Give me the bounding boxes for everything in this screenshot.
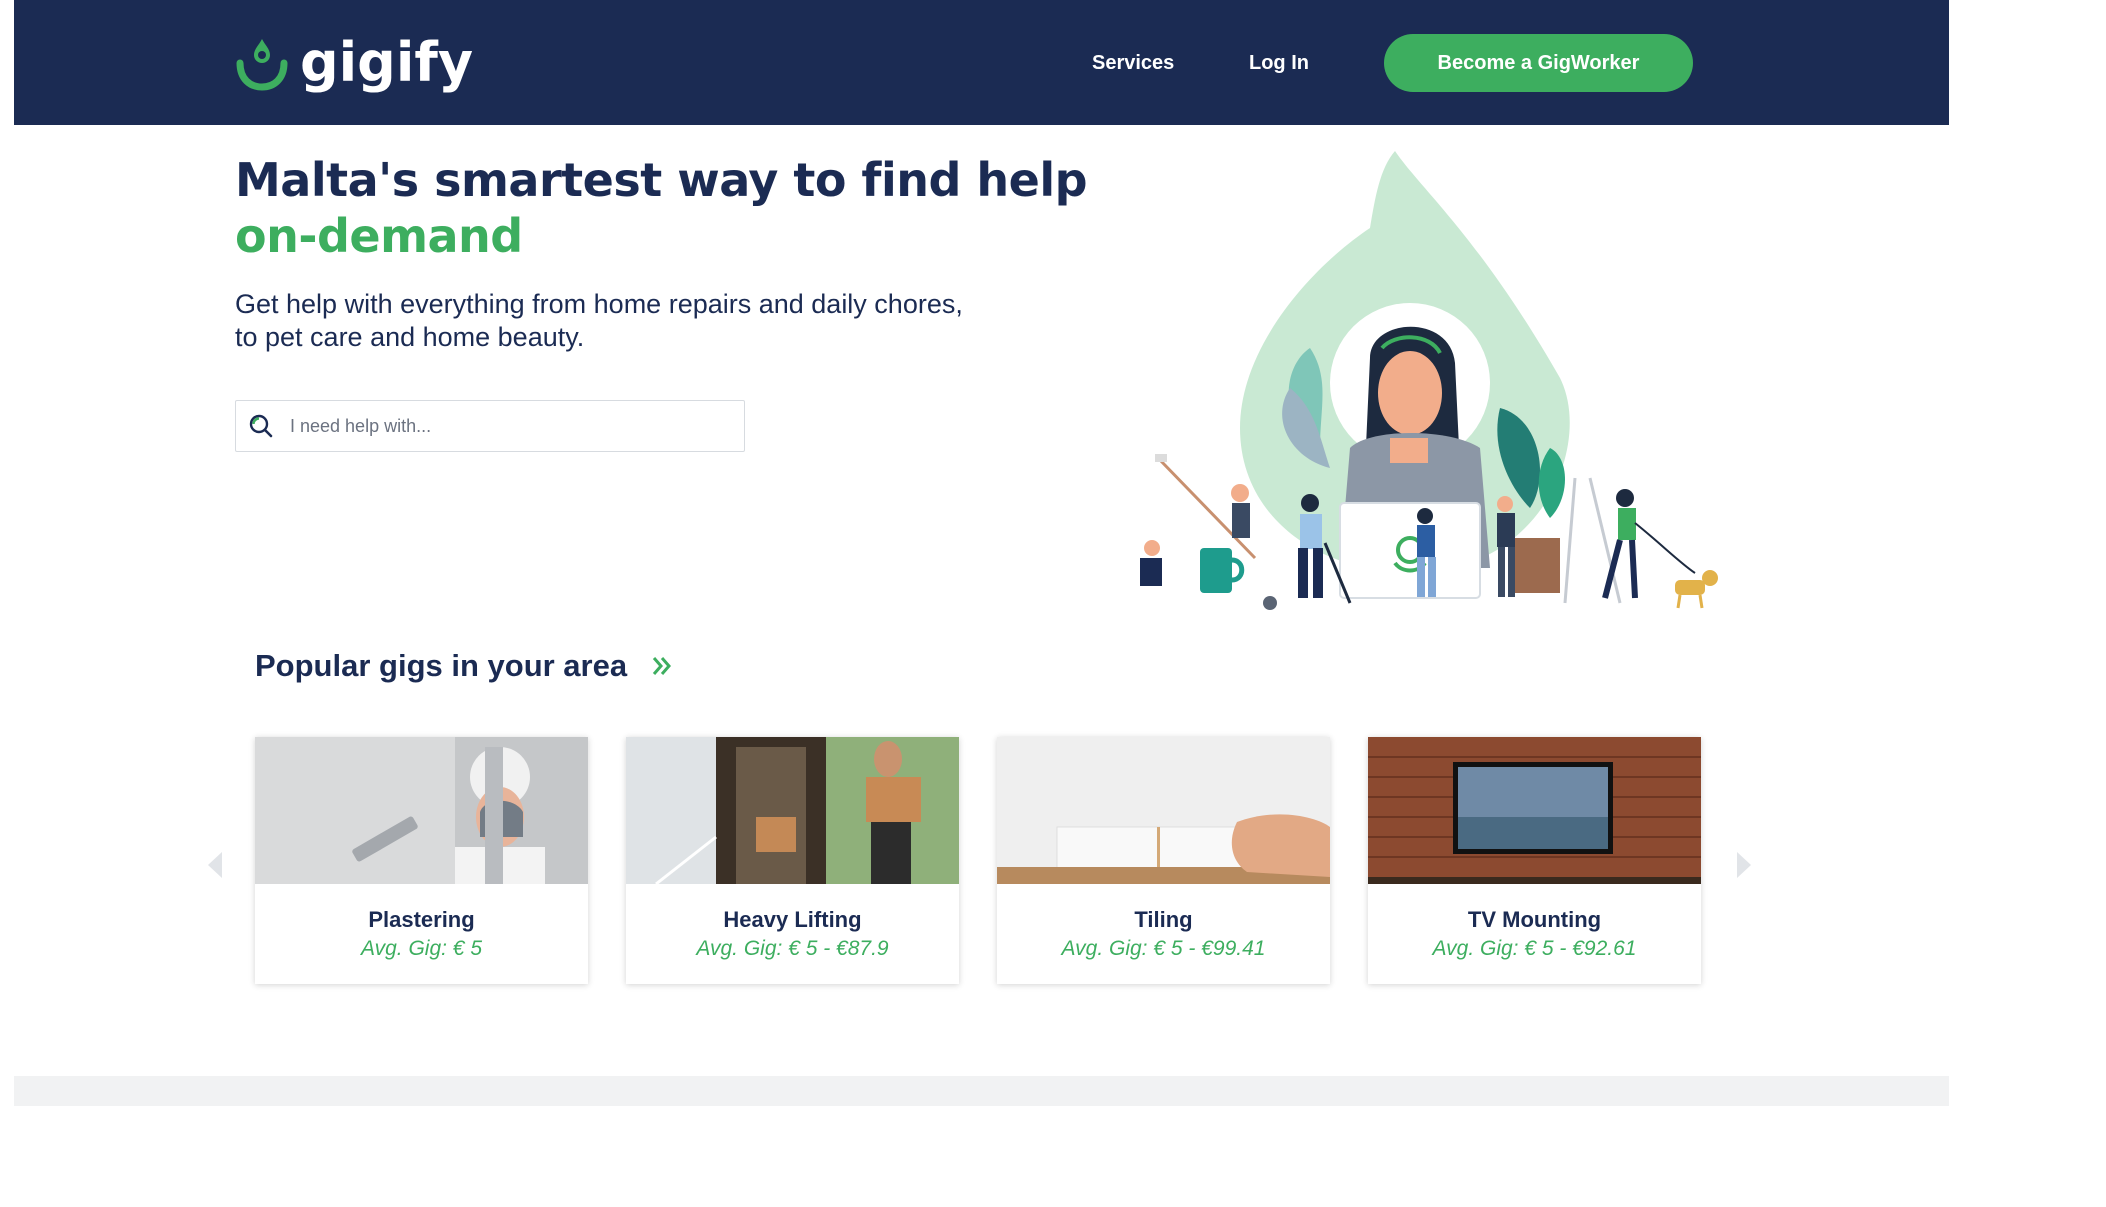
gig-card-plastering[interactable]: Plastering Avg. Gig: € 5 xyxy=(255,737,588,984)
gig-card-image xyxy=(1368,737,1701,884)
search-input[interactable] xyxy=(288,414,732,438)
nav-login-link[interactable]: Log In xyxy=(1249,34,1309,92)
become-gigworker-button[interactable]: Become a GigWorker xyxy=(1384,34,1693,92)
hero-illustration xyxy=(1140,151,1718,610)
gig-card-tv-mounting[interactable]: TV Mounting Avg. Gig: € 5 - €92.61 xyxy=(1368,737,1701,984)
popular-gigs-title[interactable]: Popular gigs in your area xyxy=(255,648,673,684)
gig-card-heavy-lifting[interactable]: Heavy Lifting Avg. Gig: € 5 - €87.9 xyxy=(626,737,959,984)
popular-gigs-title-text: Popular gigs in your area xyxy=(255,648,628,683)
nav-services-link[interactable]: Services xyxy=(1092,34,1174,92)
hero-title-line1: Malta's smartest way to find help xyxy=(235,153,1088,207)
carousel-next-arrow-icon[interactable] xyxy=(1735,850,1753,880)
gig-card-price: Avg. Gig: € 5 - €92.61 xyxy=(1432,937,1637,960)
hero-subtitle-line1: Get help with everything from home repai… xyxy=(235,289,963,319)
top-navbar: gigify Services Log In Become a GigWorke… xyxy=(14,0,1949,125)
search-box[interactable] xyxy=(235,400,745,452)
gigify-logo[interactable]: gigify xyxy=(234,28,473,98)
gig-card-name: TV Mounting xyxy=(1467,907,1602,932)
gig-card-image xyxy=(626,737,959,886)
search-icon xyxy=(249,414,273,438)
gig-card-image xyxy=(255,737,588,884)
gig-card-tiling[interactable]: Tiling Avg. Gig: € 5 - €99.41 xyxy=(997,737,1330,984)
gig-card-name: Tiling xyxy=(1134,907,1193,932)
footer-band xyxy=(14,1076,1949,1106)
hero-title: Malta's smartest way to find help on-dem… xyxy=(235,152,1088,264)
hero-subtitle: Get help with everything from home repai… xyxy=(235,288,1035,354)
double-chevron-right-icon xyxy=(652,657,672,675)
gigify-logo-icon xyxy=(236,39,288,91)
gig-card-name: Plastering xyxy=(368,907,475,932)
gig-card-name: Heavy Lifting xyxy=(723,907,862,932)
gig-card-price: Avg. Gig: € 5 xyxy=(360,937,483,960)
brand-name: gigify xyxy=(300,31,474,94)
carousel-prev-arrow-icon[interactable] xyxy=(206,850,224,880)
hero-subtitle-line2: to pet care and home beauty. xyxy=(235,322,585,352)
gig-card-price: Avg. Gig: € 5 - €87.9 xyxy=(696,937,889,960)
hero-title-accent: on-demand xyxy=(235,209,523,263)
gig-card-image xyxy=(997,737,1330,884)
gig-card-price: Avg. Gig: € 5 - €99.41 xyxy=(1061,937,1266,960)
